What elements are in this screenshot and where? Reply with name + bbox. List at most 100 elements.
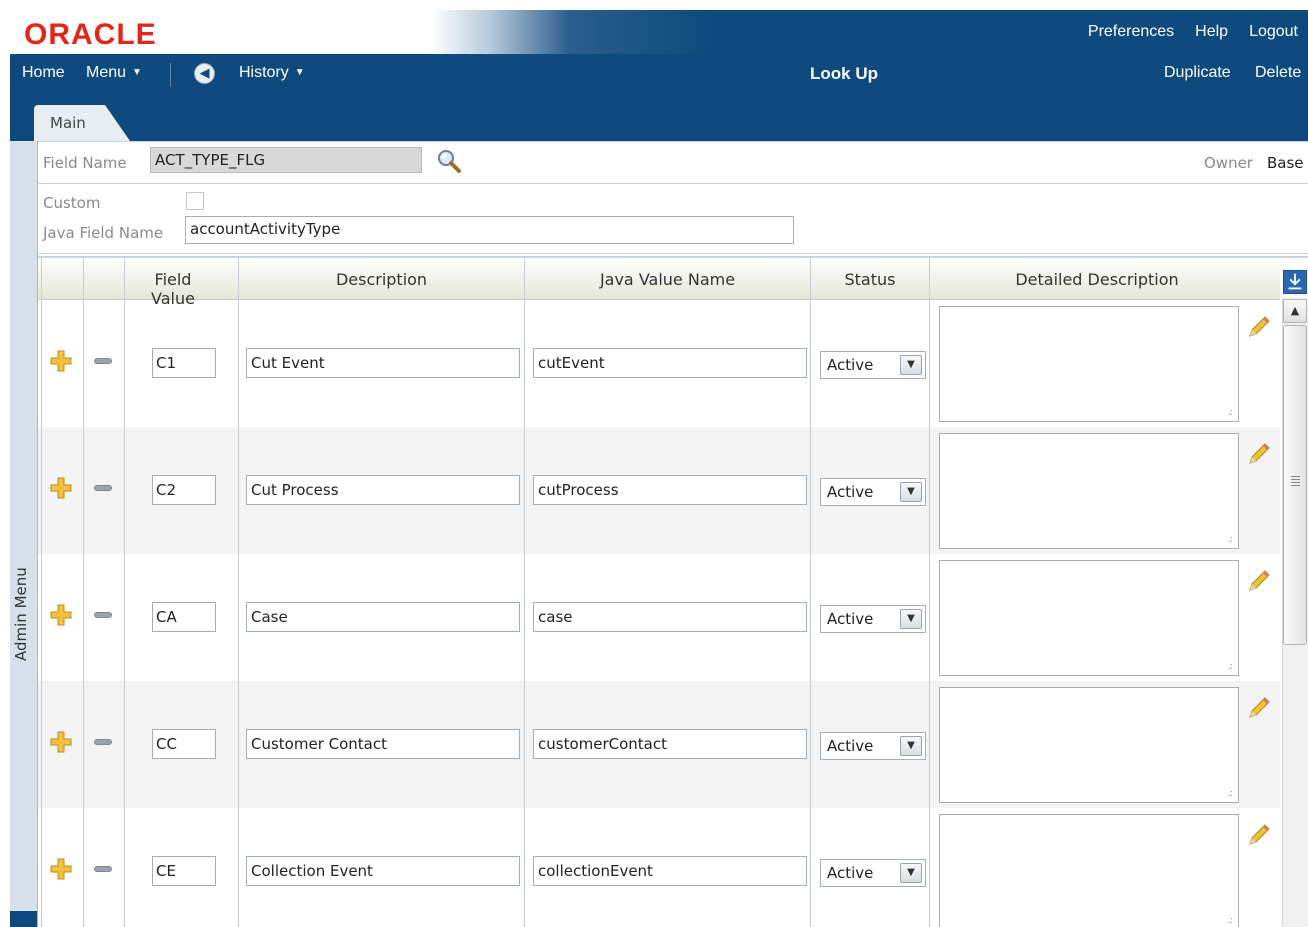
remove-row-icon[interactable] bbox=[94, 739, 112, 745]
java-value-name-input[interactable]: cutProcess bbox=[533, 475, 807, 505]
scroll-grip-icon bbox=[1291, 476, 1300, 486]
nav-bar: Home Menu ▼ ◀ History ▼ Look Up Duplicate … bbox=[10, 54, 1308, 141]
resize-grip-icon[interactable]: .: bbox=[1227, 661, 1232, 672]
history-label: History bbox=[239, 64, 289, 81]
download-icon[interactable] bbox=[1283, 270, 1307, 294]
status-select[interactable]: Active ▼ bbox=[820, 859, 926, 887]
java-value-name-input[interactable]: customerContact bbox=[533, 729, 807, 759]
detailed-description-textarea[interactable]: .: bbox=[939, 306, 1239, 422]
remove-row-icon[interactable] bbox=[94, 612, 112, 618]
status-value: Active bbox=[827, 864, 874, 882]
grid-header: Field Value Description Java Value Name … bbox=[38, 258, 1280, 308]
column-divider bbox=[41, 258, 42, 927]
custom-label: Custom bbox=[43, 194, 101, 212]
remove-row-icon[interactable] bbox=[94, 358, 112, 364]
admin-menu-sidebar[interactable]: Admin Menu bbox=[10, 141, 38, 927]
help-link[interactable]: Help bbox=[1195, 23, 1228, 41]
pencil-edit-icon[interactable] bbox=[1246, 314, 1272, 340]
remove-row-icon[interactable] bbox=[94, 485, 112, 491]
add-row-icon[interactable] bbox=[50, 731, 72, 753]
field-value-input[interactable]: CE bbox=[152, 856, 216, 886]
remove-row-icon[interactable] bbox=[94, 866, 112, 872]
add-row-icon[interactable] bbox=[50, 350, 72, 372]
java-field-name-label: Java Field Name bbox=[43, 224, 164, 242]
chevron-down-icon: ▼ bbox=[132, 67, 142, 79]
delete-button[interactable]: Delete bbox=[1255, 64, 1301, 82]
page-title: Look Up bbox=[810, 64, 878, 83]
chevron-down-icon[interactable]: ▼ bbox=[900, 609, 922, 629]
table-row: CC Customer Contact customerContact Active ▼… bbox=[38, 681, 1280, 808]
owner-value: Base bbox=[1267, 154, 1304, 172]
custom-checkbox[interactable] bbox=[186, 192, 204, 210]
pencil-edit-icon[interactable] bbox=[1246, 568, 1272, 594]
chevron-down-icon[interactable]: ▼ bbox=[900, 736, 922, 756]
field-value-input[interactable]: CC bbox=[152, 729, 216, 759]
resize-grip-icon[interactable]: .: bbox=[1227, 915, 1232, 926]
preferences-link[interactable]: Preferences bbox=[1088, 23, 1174, 41]
java-value-name-input[interactable]: collectionEvent bbox=[533, 856, 807, 886]
admin-menu-label: Admin Menu bbox=[12, 567, 30, 661]
chevron-down-icon[interactable]: ▼ bbox=[900, 482, 922, 502]
add-row-icon[interactable] bbox=[50, 858, 72, 880]
status-select[interactable]: Active ▼ bbox=[820, 351, 926, 379]
field-value-input[interactable]: C1 bbox=[152, 348, 216, 378]
column-header-java-value-name: Java Value Name bbox=[599, 270, 736, 289]
top-links: Preferences Help Logout bbox=[1088, 10, 1308, 54]
owner-label: Owner bbox=[1204, 154, 1253, 172]
java-value-name-input[interactable]: cutEvent bbox=[533, 348, 807, 378]
field-name-label: Field Name bbox=[43, 154, 127, 172]
resize-grip-icon[interactable]: .: bbox=[1227, 788, 1232, 799]
resize-grip-icon[interactable]: .: bbox=[1227, 407, 1232, 418]
search-icon[interactable] bbox=[436, 148, 462, 174]
column-header-detailed-description: Detailed Description bbox=[1015, 270, 1179, 289]
home-link[interactable]: Home bbox=[22, 64, 65, 82]
lookup-values-grid: Field Value Description Java Value Name … bbox=[38, 256, 1308, 927]
status-select[interactable]: Active ▼ bbox=[820, 478, 926, 506]
chevron-down-icon[interactable]: ▼ bbox=[900, 863, 922, 883]
logout-link[interactable]: Logout bbox=[1249, 23, 1298, 41]
field-name-section: Field Name ACT_TYPE_FLG Owner Base bbox=[38, 141, 1308, 184]
java-field-name-input[interactable]: accountActivityType bbox=[185, 216, 794, 244]
column-divider bbox=[810, 258, 811, 927]
resize-grip-icon[interactable]: .: bbox=[1227, 534, 1232, 545]
java-value-name-input[interactable]: case bbox=[533, 602, 807, 632]
status-select[interactable]: Active ▼ bbox=[820, 605, 926, 633]
table-row: CE Collection Event collectionEvent Active ▼… bbox=[38, 808, 1280, 927]
back-arrow-icon[interactable]: ◀ bbox=[194, 63, 215, 84]
scrollbar-thumb[interactable] bbox=[1283, 325, 1307, 645]
scroll-up-button[interactable]: ▲ bbox=[1283, 299, 1307, 323]
description-input[interactable]: Cut Event bbox=[246, 348, 520, 378]
history-dropdown[interactable]: History ▼ bbox=[239, 64, 305, 82]
column-divider bbox=[83, 258, 84, 927]
pencil-edit-icon[interactable] bbox=[1246, 441, 1272, 467]
detailed-description-textarea[interactable]: .: bbox=[939, 560, 1239, 676]
chevron-down-icon[interactable]: ▼ bbox=[900, 355, 922, 375]
add-row-icon[interactable] bbox=[50, 604, 72, 626]
field-value-input[interactable]: CA bbox=[152, 602, 216, 632]
detailed-description-textarea[interactable]: .: bbox=[939, 814, 1239, 927]
description-input[interactable]: Cut Process bbox=[246, 475, 520, 505]
duplicate-button[interactable]: Duplicate bbox=[1164, 64, 1231, 82]
top-bar: ORACLE Preferences Help Logout bbox=[10, 10, 1308, 54]
status-value: Active bbox=[827, 483, 874, 501]
table-row: C2 Cut Process cutProcess Active ▼.: bbox=[38, 427, 1280, 554]
detailed-description-textarea[interactable]: .: bbox=[939, 433, 1239, 549]
detailed-description-textarea[interactable]: .: bbox=[939, 687, 1239, 803]
status-value: Active bbox=[827, 737, 874, 755]
field-name-input[interactable]: ACT_TYPE_FLG bbox=[150, 147, 422, 173]
add-row-icon[interactable] bbox=[50, 477, 72, 499]
menu-label: Menu bbox=[86, 64, 127, 81]
status-value: Active bbox=[827, 610, 874, 628]
nav-divider bbox=[170, 63, 171, 87]
column-header-description: Description bbox=[335, 270, 428, 289]
menu-dropdown[interactable]: Menu ▼ bbox=[86, 64, 142, 82]
description-input[interactable]: Customer Contact bbox=[246, 729, 520, 759]
status-select[interactable]: Active ▼ bbox=[820, 732, 926, 760]
field-value-input[interactable]: C2 bbox=[152, 475, 216, 505]
description-input[interactable]: Collection Event bbox=[246, 856, 520, 886]
pencil-edit-icon[interactable] bbox=[1246, 695, 1272, 721]
table-row: CA Case case Active ▼.: bbox=[38, 554, 1280, 681]
pencil-edit-icon[interactable] bbox=[1246, 822, 1272, 848]
oracle-logo: ORACLE bbox=[24, 18, 157, 51]
description-input[interactable]: Case bbox=[246, 602, 520, 632]
